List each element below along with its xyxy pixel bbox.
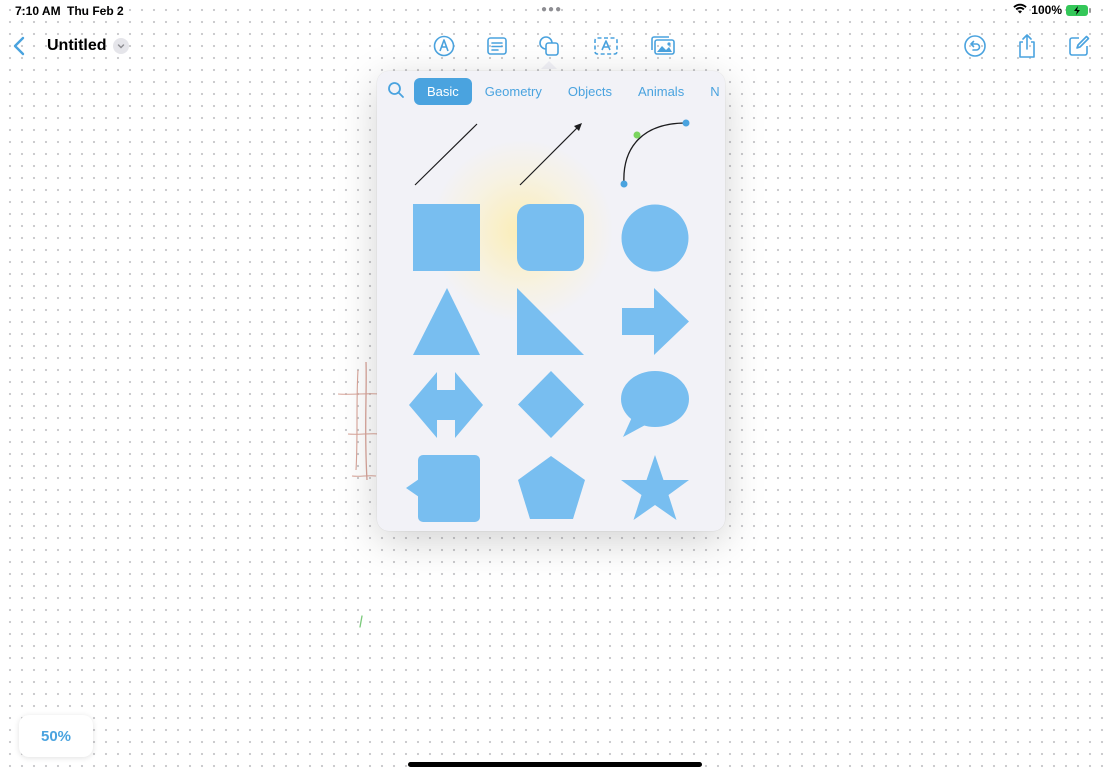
status-date: Thu Feb 2 — [67, 4, 124, 18]
back-button[interactable] — [10, 34, 30, 58]
battery-charging-icon — [1066, 4, 1091, 16]
shape-rounded-square[interactable] — [510, 199, 590, 275]
media-tool-button[interactable] — [650, 33, 676, 59]
shape-pentagon[interactable] — [510, 451, 590, 527]
shape-speech-bubble[interactable] — [613, 367, 693, 443]
note-icon — [487, 37, 507, 55]
shape-diamond[interactable] — [510, 367, 590, 443]
chevron-left-icon — [13, 36, 25, 56]
shape-arrow[interactable] — [510, 117, 590, 193]
shapes-tool-button[interactable] — [536, 33, 562, 69]
shape-circle[interactable] — [613, 199, 693, 275]
multitasking-dots-icon[interactable]: ●●● — [541, 4, 562, 15]
photo-icon — [651, 36, 675, 55]
search-icon[interactable] — [387, 81, 405, 99]
shape-curve[interactable] — [613, 117, 693, 193]
battery-percent: 100% — [1031, 3, 1062, 17]
shape-star[interactable] — [613, 451, 693, 527]
shapes-icon — [539, 36, 559, 56]
pen-stroke-mark[interactable] — [356, 615, 366, 629]
toolbar: Untitled — [0, 30, 1110, 69]
undo-button[interactable] — [962, 33, 988, 59]
tab-basic[interactable]: Basic — [414, 78, 472, 105]
tab-nature[interactable]: N — [697, 78, 725, 105]
text-box-icon — [594, 37, 618, 55]
new-board-button[interactable] — [1066, 33, 1092, 59]
shape-line[interactable] — [406, 117, 486, 193]
shape-right-triangle[interactable] — [510, 283, 590, 359]
undo-icon — [964, 35, 986, 57]
share-button[interactable] — [1014, 33, 1040, 59]
category-tabs: Basic Geometry Objects Animals N — [414, 78, 725, 105]
shape-callout-square[interactable] — [406, 451, 486, 527]
zoom-level-label: 50% — [40, 727, 72, 745]
status-bar: 7:10 AM Thu Feb 2 ●●● 100% — [0, 0, 1110, 22]
pen-tool-button[interactable] — [431, 33, 457, 59]
tab-animals[interactable]: Animals — [625, 78, 697, 105]
zoom-level-button[interactable]: 50% — [19, 715, 93, 757]
pen-icon — [433, 35, 455, 57]
chevron-down-icon[interactable] — [113, 38, 129, 54]
tab-objects[interactable]: Objects — [555, 78, 625, 105]
wifi-icon — [1013, 3, 1027, 17]
shape-arrow-right[interactable] — [613, 283, 693, 359]
compose-icon — [1069, 35, 1090, 56]
shape-double-arrow[interactable] — [406, 367, 486, 443]
share-icon — [1019, 34, 1035, 58]
home-indicator[interactable] — [408, 762, 702, 767]
shape-square[interactable] — [406, 199, 486, 275]
status-right: 100% — [1013, 3, 1091, 17]
shape-triangle[interactable] — [406, 283, 486, 359]
tab-geometry[interactable]: Geometry — [472, 78, 555, 105]
sticky-note-tool-button[interactable] — [484, 33, 510, 59]
document-title[interactable]: Untitled — [47, 37, 107, 55]
text-box-tool-button[interactable] — [593, 33, 619, 59]
shapes-popover: Basic Geometry Objects Animals N — [377, 71, 725, 531]
status-time: 7:10 AM — [15, 4, 61, 18]
